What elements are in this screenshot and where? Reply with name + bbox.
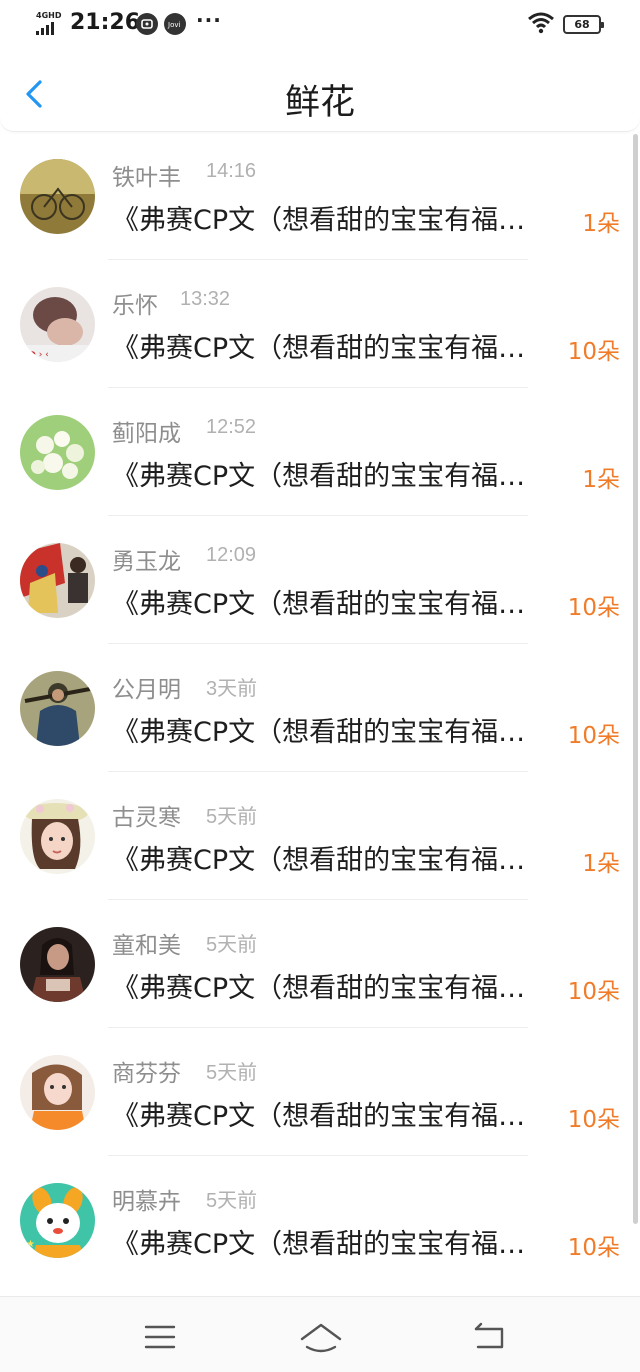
flower-count: 10朵 — [567, 339, 620, 365]
avatar[interactable]: ★ — [20, 1183, 95, 1258]
avatar[interactable] — [20, 799, 95, 874]
flower-count: 10朵 — [567, 979, 620, 1005]
flower-count: 1朵 — [582, 467, 620, 493]
user-name: 商芬芬 — [112, 1061, 181, 1087]
system-nav-bar — [0, 1296, 640, 1372]
message-text: 《弗赛CP文（想看甜的宝宝有福… — [112, 205, 526, 236]
list-item[interactable]: 商芬芬 5天前 《弗赛CP文（想看甜的宝宝有福… 10朵 — [0, 1028, 632, 1156]
home-icon — [300, 1323, 342, 1353]
list-item[interactable]: 蓟阳成 12:52 《弗赛CP文（想看甜的宝宝有福… 1朵 — [0, 388, 632, 516]
avatar[interactable] — [20, 159, 95, 234]
list-item[interactable]: 铁叶丰 14:16 《弗赛CP文（想看甜的宝宝有福… 1朵 — [0, 132, 632, 260]
user-name: 蓟阳成 — [112, 421, 181, 447]
user-name: 明慕卉 — [112, 1189, 181, 1215]
timestamp: 3天前 — [206, 678, 258, 700]
timestamp: 13:32 — [180, 288, 231, 310]
timestamp: 5天前 — [206, 1062, 258, 1084]
message-text: 《弗赛CP文（想看甜的宝宝有福… — [112, 333, 526, 364]
list-item[interactable]: ● › ‹ 乐怀 13:32 《弗赛CP文（想看甜的宝宝有福… 10朵 — [0, 260, 632, 388]
page-header: 鲜花 — [0, 52, 640, 132]
timestamp: 5天前 — [206, 934, 258, 956]
user-name: 勇玉龙 — [112, 549, 181, 575]
user-name: 铁叶丰 — [112, 165, 181, 191]
timestamp: 14:16 — [206, 160, 257, 182]
flower-count: 10朵 — [567, 723, 620, 749]
user-name: 乐怀 — [112, 293, 158, 319]
flower-list: 铁叶丰 14:16 《弗赛CP文（想看甜的宝宝有福… 1朵 ● › ‹ 乐怀 1… — [0, 132, 632, 1282]
list-item[interactable]: 勇玉龙 12:09 《弗赛CP文（想看甜的宝宝有福… 10朵 — [0, 516, 632, 644]
svg-text:Jovi: Jovi — [167, 21, 180, 29]
avatar[interactable] — [20, 415, 95, 490]
message-text: 《弗赛CP文（想看甜的宝宝有福… — [112, 1229, 526, 1260]
list-item[interactable]: 童和美 5天前 《弗赛CP文（想看甜的宝宝有福… 10朵 — [0, 900, 632, 1028]
wifi-icon — [527, 12, 555, 38]
timestamp: 5天前 — [206, 806, 258, 828]
timestamp: 12:52 — [206, 416, 257, 438]
vivo-icon: Jovi — [164, 13, 186, 35]
message-text: 《弗赛CP文（想看甜的宝宝有福… — [112, 845, 526, 876]
list-item[interactable]: ★ 明慕卉 5天前 《弗赛CP文（想看甜的宝宝有福… 10朵 — [0, 1156, 632, 1282]
flower-count: 10朵 — [567, 1235, 620, 1261]
menu-button[interactable] — [140, 1317, 180, 1357]
message-text: 《弗赛CP文（想看甜的宝宝有福… — [112, 589, 526, 620]
status-time: 21:26 — [70, 10, 141, 35]
avatar[interactable] — [20, 543, 95, 618]
message-text: 《弗赛CP文（想看甜的宝宝有福… — [112, 461, 526, 492]
flower-count: 10朵 — [567, 1107, 620, 1133]
menu-icon — [144, 1325, 176, 1349]
battery-level: 68 — [574, 18, 590, 31]
message-text: 《弗赛CP文（想看甜的宝宝有福… — [112, 973, 526, 1004]
timestamp: 12:09 — [206, 544, 257, 566]
user-name: 古灵寒 — [112, 805, 181, 831]
user-name: 公月明 — [112, 677, 181, 703]
flower-count: 10朵 — [567, 595, 620, 621]
message-icon — [136, 13, 158, 35]
scrollbar[interactable] — [633, 134, 638, 1224]
battery-icon: 68 — [563, 15, 604, 34]
status-bar: 4GHD 21:26 Jovi ··· 68 — [0, 0, 640, 52]
avatar[interactable] — [20, 671, 95, 746]
avatar[interactable] — [20, 927, 95, 1002]
page-title: 鲜花 — [284, 83, 355, 123]
message-text: 《弗赛CP文（想看甜的宝宝有福… — [112, 717, 526, 748]
list-item[interactable]: 公月明 3天前 《弗赛CP文（想看甜的宝宝有福… 10朵 — [0, 644, 632, 772]
more-dots-icon: ··· — [196, 8, 222, 32]
message-text: 《弗赛CP文（想看甜的宝宝有福… — [112, 1101, 526, 1132]
avatar[interactable]: ● › ‹ — [20, 287, 95, 362]
avatar[interactable] — [20, 1055, 95, 1130]
signal-icon: 4GHD — [36, 11, 62, 35]
user-name: 童和美 — [112, 933, 181, 959]
back-icon — [474, 1322, 504, 1349]
list-item[interactable]: 古灵寒 5天前 《弗赛CP文（想看甜的宝宝有福… 1朵 — [0, 772, 632, 900]
timestamp: 5天前 — [206, 1190, 258, 1212]
svg-text:★: ★ — [26, 1239, 35, 1250]
back-nav-button[interactable] — [470, 1317, 510, 1357]
flower-count: 1朵 — [582, 851, 620, 877]
svg-text:● › ‹: ● › ‹ — [28, 350, 49, 360]
home-button[interactable] — [298, 1317, 344, 1357]
flower-count: 1朵 — [582, 211, 620, 237]
network-type: 4GHD — [36, 11, 62, 20]
